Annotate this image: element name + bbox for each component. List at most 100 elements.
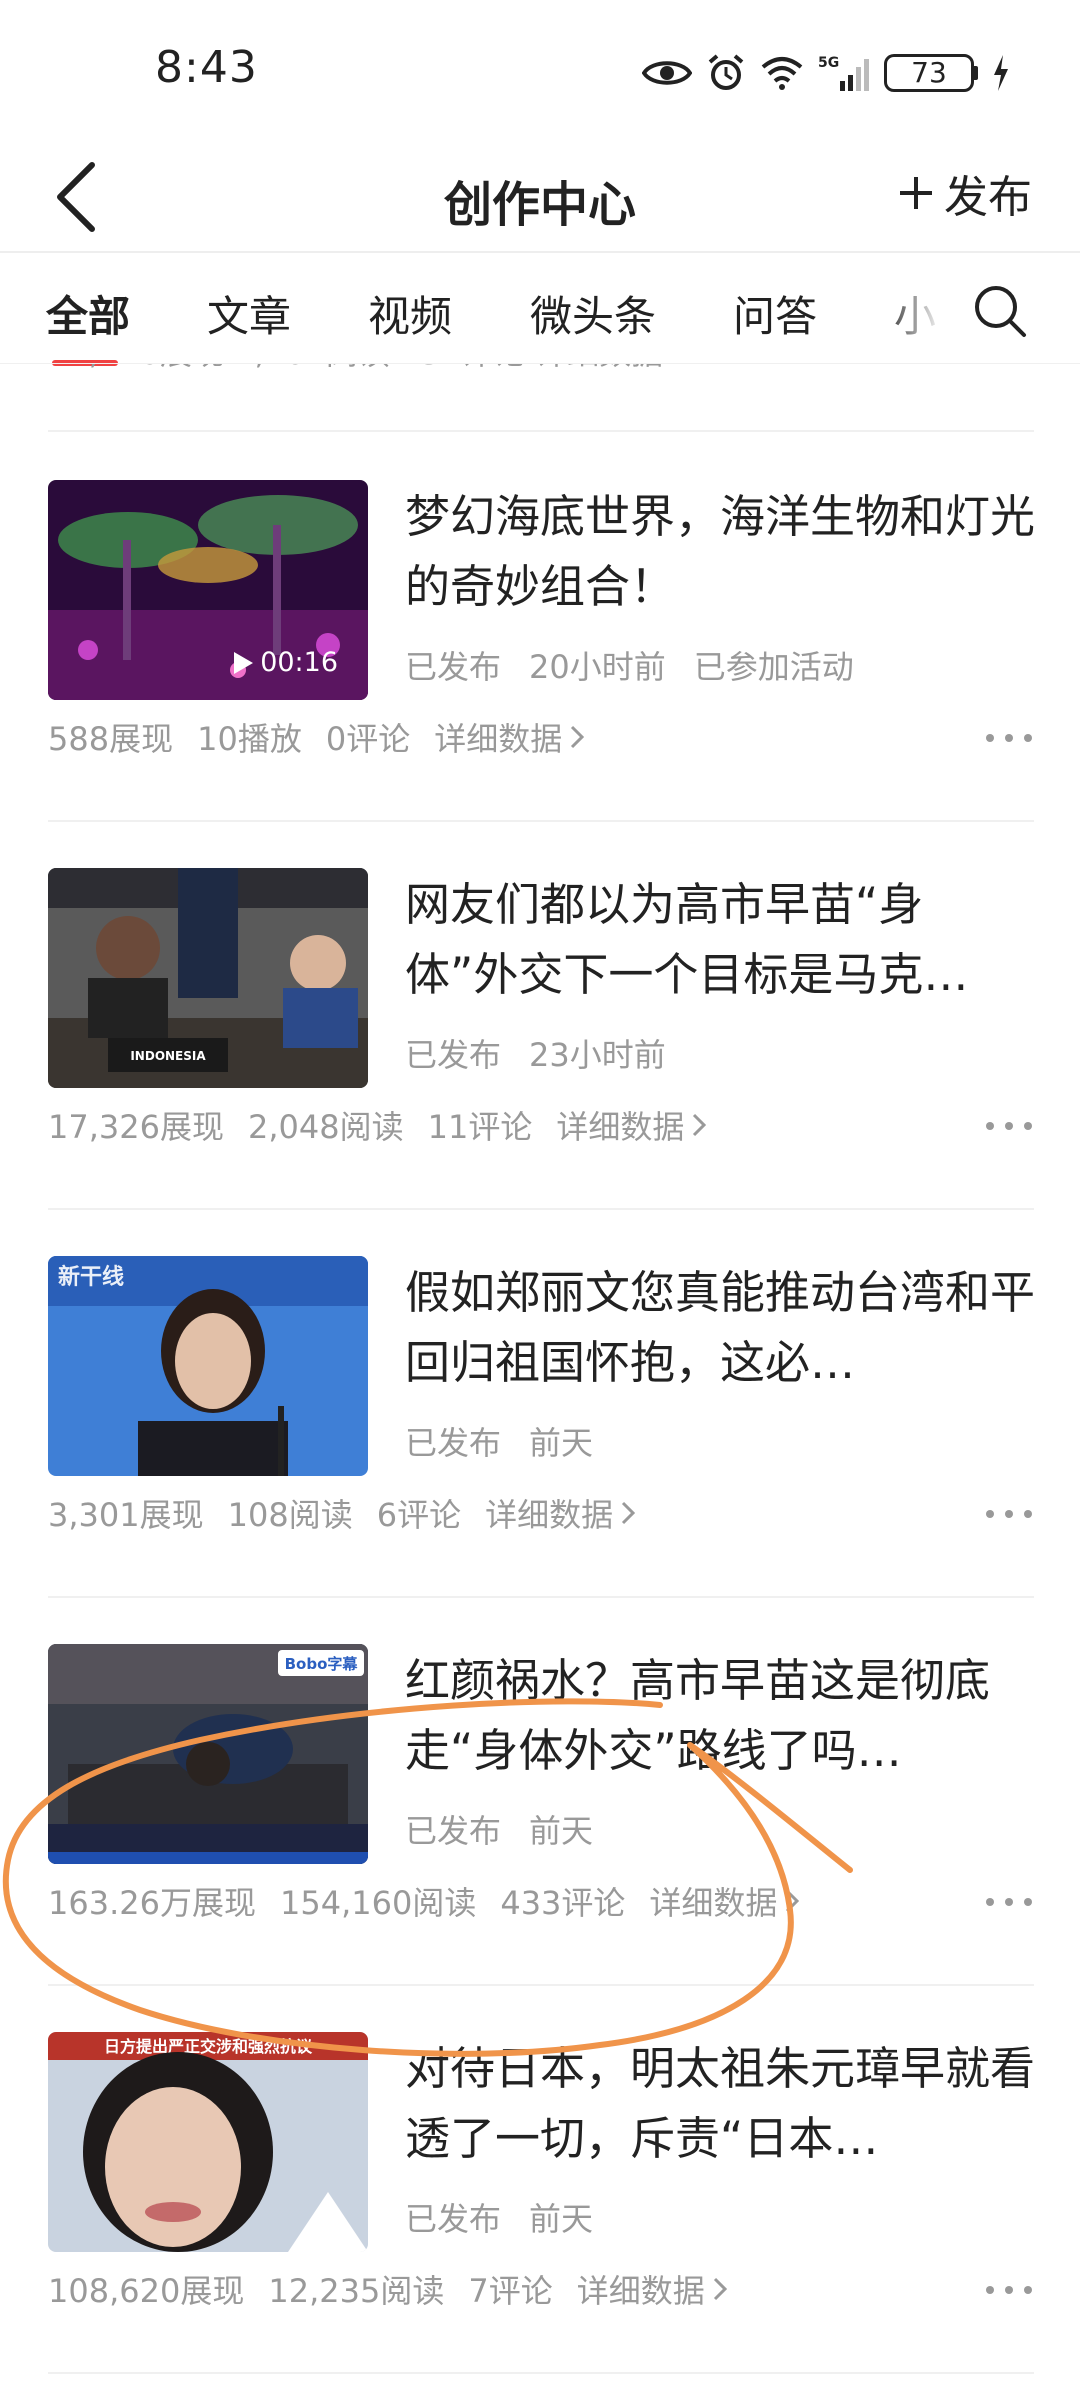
activity-status: 已参加活动 (693, 648, 854, 686)
more-options-button[interactable] (986, 728, 1032, 748)
list-item[interactable]: INDONESIA 网友们都以为高市早苗“身体”外交下一个目标是马克… 已发布 … (0, 852, 1080, 1240)
content-list[interactable]: 71,140展现 4,702阅读 137评论 详细数据 › 00:16 (0, 364, 1080, 2400)
top-nav: 创作中心 发布 (0, 135, 1080, 253)
tab-qa[interactable]: 问答 (733, 283, 817, 344)
detail-data-label: 详细数据 (556, 1108, 685, 1146)
detail-data-link[interactable]: 详细数据 (556, 1102, 707, 1148)
reads: 154,160阅读 (279, 1884, 477, 1922)
partial-stats-row: 71,140展现 4,702阅读 137评论 详细数据 › (48, 364, 686, 374)
publish-time: 前天 (529, 2200, 594, 2238)
plus-icon (900, 177, 932, 209)
chevron-right-icon (786, 1889, 800, 1913)
list-item[interactable]: Bobo字幕 红颜祸水？高市早苗这是彻底走“身体外交”路线了吗… 已发布 前天 … (0, 1628, 1080, 2016)
comments: 11评论 (427, 1108, 533, 1146)
publish-status: 已发布 (405, 1036, 502, 1074)
item-stats: 588展现 10播放 0评论 详细数据 (48, 714, 585, 760)
item-status: 已发布 前天 (405, 2194, 593, 2240)
impressions: 588展现 (48, 720, 174, 758)
plays: 10播放 (197, 720, 302, 758)
tab-all[interactable]: 全部 (46, 283, 130, 344)
list-divider (48, 2372, 1034, 2374)
item-title[interactable]: 红颜祸水？高市早苗这是彻底走“身体外交”路线了吗… (405, 1646, 1035, 1786)
publish-label: 发布 (944, 172, 1032, 223)
detail-data-label: 详细数据 (485, 1496, 614, 1534)
detail-data-link[interactable]: 详细数据 (485, 1490, 636, 1536)
list-item[interactable]: 新干线 假如郑丽文您真能推动台湾和平回归祖国怀抱，这必… 已发布 前天 3,30… (0, 1240, 1080, 1628)
publish-status: 已发布 (405, 1424, 502, 1462)
detail-data-label: 详细数据 (434, 720, 563, 758)
publish-time: 前天 (529, 1812, 594, 1850)
comments: 0评论 (325, 720, 411, 758)
impressions: 3,301展现 (48, 1496, 204, 1534)
item-status: 已发布 20小时前 已参加活动 (405, 642, 854, 688)
detail-data-link[interactable]: 详细数据 (434, 714, 585, 760)
more-options-button[interactable] (986, 2280, 1032, 2300)
tab-fade-overlay (880, 253, 970, 365)
list-divider (48, 1208, 1034, 1210)
more-options-button[interactable] (986, 1892, 1032, 1912)
tab-videos[interactable]: 视频 (368, 283, 452, 344)
list-divider (48, 820, 1034, 822)
thumb-label: INDONESIA (130, 1049, 206, 1063)
battery-indicator: 73 (884, 54, 978, 92)
impressions: 163.26万展现 (48, 1884, 256, 1922)
search-button[interactable] (968, 279, 1032, 343)
tab-articles[interactable]: 文章 (207, 283, 291, 344)
svg-text:5G: 5G (818, 55, 839, 71)
list-item[interactable]: 日方提出严正交涉和强烈抗议 对待日本，明太祖朱元璋早就看透了一切，斥责“日本… … (0, 2016, 1080, 2400)
list-item[interactable]: 00:16 梦幻海底世界，海洋生物和灯光的奇妙组合！ 已发布 20小时前 已参加… (0, 464, 1080, 852)
comments: 7评论 (468, 2272, 553, 2310)
thumb-label: 新干线 (58, 1264, 124, 1290)
reads: 12,235阅读 (268, 2272, 445, 2310)
chevron-right-icon (622, 1501, 636, 1525)
list-divider (48, 1984, 1034, 1986)
item-title[interactable]: 假如郑丽文您真能推动台湾和平回归祖国怀抱，这必… (405, 1258, 1035, 1398)
article-thumbnail[interactable]: Bobo字幕 (48, 1644, 368, 1864)
comments: 6评论 (376, 1496, 462, 1534)
search-icon (975, 286, 1026, 337)
publish-time: 前天 (529, 1424, 594, 1462)
item-status: 已发布 23小时前 (405, 1030, 666, 1076)
item-title[interactable]: 梦幻海底世界，海洋生物和灯光的奇妙组合！ (405, 482, 1035, 622)
item-title[interactable]: 对待日本，明太祖朱元璋早就看透了一切，斥责“日本… (405, 2034, 1035, 2174)
duration-text: 00:16 (260, 647, 338, 678)
item-stats: 163.26万展现 154,160阅读 433评论 详细数据 (48, 1878, 800, 1924)
wifi-icon (761, 57, 803, 90)
battery-level: 73 (884, 54, 974, 92)
detail-data-link[interactable]: 详细数据 (577, 2266, 727, 2312)
status-time: 8:43 (155, 42, 258, 93)
list-divider (48, 430, 1034, 432)
more-options-button[interactable] (986, 1504, 1032, 1524)
reads: 108阅读 (227, 1496, 353, 1534)
item-status: 已发布 前天 (405, 1806, 593, 1852)
more-options-button[interactable] (986, 1116, 1032, 1136)
chevron-right-icon (693, 1113, 707, 1137)
video-thumbnail[interactable]: 00:16 (48, 480, 368, 700)
item-stats: 3,301展现 108阅读 6评论 详细数据 (48, 1490, 636, 1536)
tab-micro-posts[interactable]: 微头条 (530, 283, 656, 344)
chevron-right-icon (571, 725, 585, 749)
publish-status: 已发布 (405, 1812, 502, 1850)
publish-status: 已发布 (405, 648, 502, 686)
detail-data-label: 详细数据 (649, 1884, 778, 1922)
detail-data-label: 详细数据 (576, 2272, 705, 2310)
article-thumbnail[interactable]: INDONESIA (48, 868, 368, 1088)
play-icon (234, 651, 254, 674)
item-status: 已发布 前天 (405, 1418, 593, 1464)
category-tabs: 全部 文章 视频 微头条 问答 小 (0, 253, 1080, 366)
article-thumbnail[interactable]: 新干线 (48, 1256, 368, 1476)
item-stats: 17,326展现 2,048阅读 11评论 详细数据 (48, 1102, 707, 1148)
detail-data-link[interactable]: 详细数据 (649, 1878, 800, 1924)
publish-button[interactable]: 发布 (898, 161, 1032, 225)
signal-5g-icon: 5G (818, 55, 869, 91)
article-thumbnail[interactable]: 日方提出严正交涉和强烈抗议 (48, 2032, 368, 2252)
comments: 433评论 (500, 1884, 626, 1922)
list-divider (48, 1596, 1034, 1598)
item-title[interactable]: 网友们都以为高市早苗“身体”外交下一个目标是马克… (405, 870, 1035, 1010)
impressions: 17,326展现 (48, 1108, 224, 1146)
publish-status: 已发布 (405, 2200, 502, 2238)
status-icons: 5G 73 (642, 48, 1010, 98)
eye-icon (642, 61, 692, 85)
reads: 2,048阅读 (247, 1108, 404, 1146)
alarm-icon (708, 54, 744, 90)
